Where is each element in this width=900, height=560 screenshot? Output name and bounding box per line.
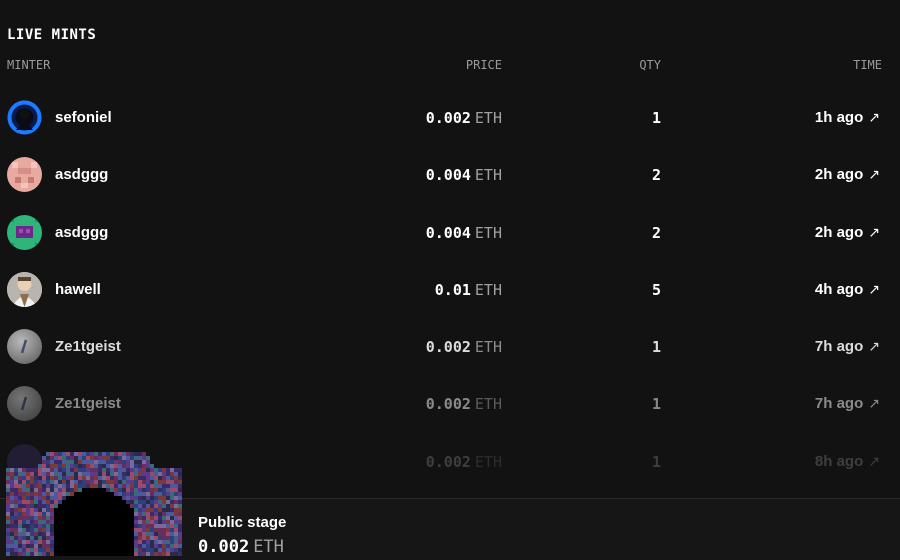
minter-name[interactable]: hawell <box>55 281 101 298</box>
mint-row[interactable]: sefoniel 0.002 ETH 1 1h ago ↗ <box>0 90 900 147</box>
column-header-time: TIME <box>853 58 882 72</box>
stage-price: 0.002 ETH <box>198 537 284 557</box>
table-header: MINTER PRICE QTY TIME <box>0 58 900 74</box>
mint-row[interactable]: hawell 0.01 ETH 5 4h ago ↗ <box>0 262 900 319</box>
mint-qty: 2 <box>651 166 661 185</box>
section-title: LIVE MINTS <box>7 27 97 43</box>
stage-label: Public stage <box>198 514 287 531</box>
mint-time-link[interactable]: 2h ago ↗ <box>815 224 880 241</box>
minter-name[interactable]: Ze1tgeist <box>55 338 121 355</box>
minter-avatar[interactable] <box>7 386 42 422</box>
mint-row[interactable]: asdggg 0.004 ETH 2 2h ago ↗ <box>0 205 900 262</box>
minter-avatar[interactable] <box>7 157 42 193</box>
minter-name[interactable]: asdggg <box>55 166 108 183</box>
mint-price: 0.002 ETH <box>425 109 502 127</box>
mint-price: 0.004 ETH <box>425 223 502 242</box>
mint-row[interactable]: Ze1tgeist 0.002 ETH 1 7h ago ↗ <box>0 319 900 376</box>
mints-list: sefoniel 0.002 ETH 1 1h ago ↗ asdggg 0.004… <box>0 90 900 491</box>
minter-avatar[interactable] <box>7 214 42 250</box>
mint-qty: 1 <box>651 452 661 471</box>
arrow-up-right-icon: ↗ <box>868 395 880 412</box>
column-header-qty: QTY <box>639 58 661 72</box>
mint-price: 0.002 ETH <box>425 338 502 357</box>
mint-time-link[interactable]: 8h ago ↗ <box>815 453 880 470</box>
arrow-up-right-icon: ↗ <box>868 338 880 355</box>
minter-avatar[interactable] <box>7 100 42 135</box>
minter-name[interactable]: Ze1tgeist <box>55 395 121 412</box>
arrow-up-right-icon: ↗ <box>868 223 880 240</box>
arrow-up-right-icon: ↗ <box>868 452 880 469</box>
arrow-up-right-icon: ↗ <box>868 166 880 183</box>
mint-row[interactable]: asdggg 0.004 ETH 2 2h ago ↗ <box>0 147 900 204</box>
mint-qty: 1 <box>651 109 661 127</box>
arrow-up-right-icon: ↗ <box>868 280 880 297</box>
mint-price: 0.004 ETH <box>425 166 502 185</box>
mint-qty: 1 <box>651 338 661 357</box>
mint-time-link[interactable]: 7h ago ↗ <box>815 338 880 355</box>
minter-avatar[interactable] <box>7 329 42 365</box>
mint-time-link[interactable]: 2h ago ↗ <box>815 166 880 183</box>
mint-qty: 2 <box>651 223 661 242</box>
minter-avatar[interactable] <box>7 271 42 307</box>
mint-qty: 1 <box>651 395 661 414</box>
mint-price: 0.01 ETH <box>434 280 502 299</box>
mint-time-link[interactable]: 1h ago ↗ <box>815 109 880 126</box>
minter-name[interactable]: sefoniel <box>55 109 112 126</box>
mint-qty: 5 <box>651 280 661 299</box>
collection-artwork <box>6 452 182 556</box>
mint-row[interactable]: Ze1tgeist 0.002 ETH 1 7h ago ↗ <box>0 376 900 433</box>
mint-time-link[interactable]: 4h ago ↗ <box>815 281 880 298</box>
mint-time-link[interactable]: 7h ago ↗ <box>815 395 880 412</box>
live-mints-panel: LIVE MINTS MINTER PRICE QTY TIME sefonie… <box>0 0 900 560</box>
arrow-up-right-icon: ↗ <box>868 109 880 125</box>
column-header-minter: MINTER <box>7 58 51 72</box>
mint-price: 0.002 ETH <box>425 395 502 414</box>
minter-name[interactable]: asdggg <box>55 224 108 241</box>
mint-price: 0.002 ETH <box>425 452 502 471</box>
column-header-price: PRICE <box>465 58 502 72</box>
